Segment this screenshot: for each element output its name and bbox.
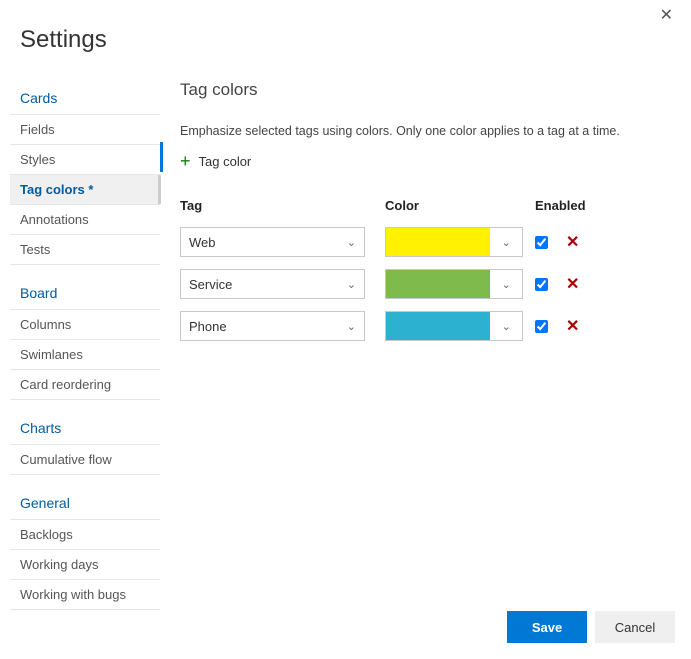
sidebar-item[interactable]: Working with bugs: [10, 580, 160, 610]
sidebar-item[interactable]: Tests: [10, 235, 160, 265]
column-header-enabled: Enabled: [535, 198, 671, 221]
sidebar-item[interactable]: Cumulative flow: [10, 445, 160, 475]
chevron-down-icon: ⌄: [490, 278, 522, 291]
save-button[interactable]: Save: [507, 611, 587, 643]
sidebar-section-header[interactable]: Board: [10, 275, 160, 310]
sidebar-item[interactable]: Styles: [10, 145, 160, 175]
table-row: Web ⌄ ⌄ ✕: [180, 221, 671, 263]
color-swatch: [386, 228, 490, 256]
tag-select-value: Phone: [189, 319, 227, 334]
panel-title: Tag colors: [180, 80, 671, 100]
sidebar-item[interactable]: Swimlanes: [10, 340, 160, 370]
panel-description: Emphasize selected tags using colors. On…: [180, 124, 671, 138]
close-button[interactable]: ✕: [660, 8, 673, 24]
tag-select[interactable]: Web ⌄: [180, 227, 365, 257]
column-header-tag: Tag: [180, 198, 385, 221]
table-row: Service ⌄ ⌄ ✕: [180, 263, 671, 305]
tag-select-value: Web: [189, 235, 216, 250]
table-row: Phone ⌄ ⌄ ✕: [180, 305, 671, 347]
tag-colors-table: Tag Color Enabled Web ⌄ ⌄ ✕ Service ⌄ ⌄ ✕ Phone ⌄…: [180, 198, 671, 347]
delete-button[interactable]: ✕: [566, 274, 579, 294]
chevron-down-icon: ⌄: [347, 320, 356, 333]
color-select[interactable]: ⌄: [385, 227, 523, 257]
chevron-down-icon: ⌄: [490, 320, 522, 333]
plus-icon: +: [180, 152, 191, 170]
tag-select[interactable]: Service ⌄: [180, 269, 365, 299]
sidebar-section-header[interactable]: Cards: [10, 80, 160, 115]
page-title: Settings: [0, 0, 691, 80]
sidebar-section-header[interactable]: Charts: [10, 410, 160, 445]
chevron-down-icon: ⌄: [347, 236, 356, 249]
sidebar-item[interactable]: Backlogs: [10, 520, 160, 550]
enabled-checkbox[interactable]: [535, 236, 548, 249]
add-tag-color-label: Tag color: [199, 154, 252, 169]
sidebar-item[interactable]: Columns: [10, 310, 160, 340]
enabled-checkbox[interactable]: [535, 320, 548, 333]
sidebar-section-header[interactable]: General: [10, 485, 160, 520]
settings-sidebar: CardsFieldsStylesTag colors *Annotations…: [0, 80, 160, 589]
color-swatch: [386, 312, 490, 340]
main-panel: Tag colors Emphasize selected tags using…: [160, 80, 691, 589]
color-select[interactable]: ⌄: [385, 311, 523, 341]
sidebar-item[interactable]: Tag colors *: [10, 175, 160, 205]
sidebar-item[interactable]: Annotations: [10, 205, 160, 235]
dialog-footer: Save Cancel: [507, 611, 675, 643]
color-swatch: [386, 270, 490, 298]
chevron-down-icon: ⌄: [490, 236, 522, 249]
delete-button[interactable]: ✕: [566, 316, 579, 336]
add-tag-color-button[interactable]: + Tag color: [180, 152, 251, 170]
chevron-down-icon: ⌄: [347, 278, 356, 291]
active-indicator: [160, 142, 163, 172]
tag-select[interactable]: Phone ⌄: [180, 311, 365, 341]
cancel-button[interactable]: Cancel: [595, 611, 675, 643]
delete-button[interactable]: ✕: [566, 232, 579, 252]
sidebar-item[interactable]: Working days: [10, 550, 160, 580]
close-icon: ✕: [660, 7, 673, 24]
sidebar-item[interactable]: Fields: [10, 115, 160, 145]
color-select[interactable]: ⌄: [385, 269, 523, 299]
sidebar-item[interactable]: Card reordering: [10, 370, 160, 400]
enabled-checkbox[interactable]: [535, 278, 548, 291]
tag-select-value: Service: [189, 277, 232, 292]
column-header-color: Color: [385, 198, 535, 221]
